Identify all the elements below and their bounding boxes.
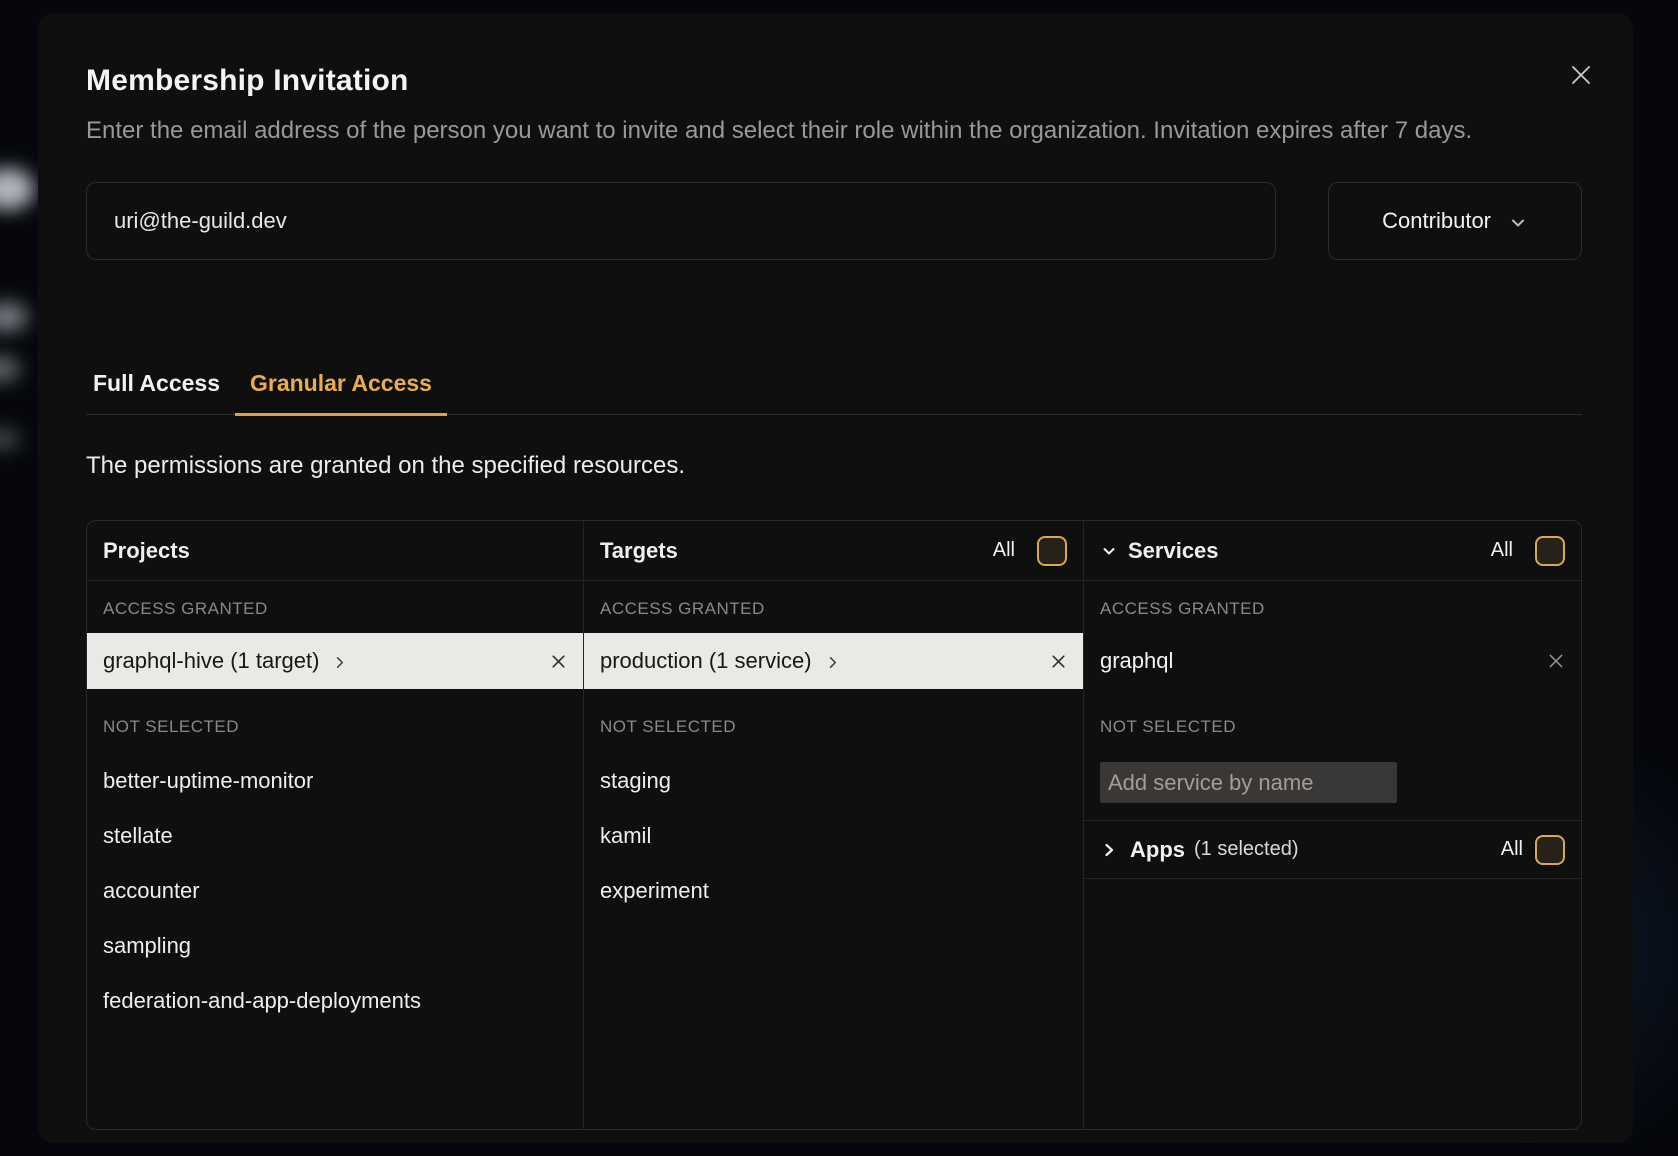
targets-column-header: Targets All <box>584 521 1083 581</box>
granted-project-label: graphql-hive (1 target) <box>103 648 319 674</box>
target-item[interactable]: experiment <box>584 863 1083 918</box>
role-select-button[interactable]: Contributor <box>1328 182 1582 260</box>
membership-invitation-dialog: Membership Invitation Enter the email ad… <box>38 13 1633 1143</box>
apps-section-row[interactable]: Apps (1 selected) All <box>1084 821 1581 879</box>
project-item[interactable]: better-uptime-monitor <box>87 753 583 808</box>
close-button[interactable] <box>1565 59 1597 91</box>
not-selected-label: NOT SELECTED <box>600 717 1067 739</box>
access-granted-label: ACCESS GRANTED <box>103 599 567 621</box>
backdrop-blur-blob <box>0 428 20 450</box>
project-item[interactable]: federation-and-app-deployments <box>87 973 583 1028</box>
not-selected-label: NOT SELECTED <box>103 717 567 739</box>
close-icon <box>1547 652 1565 670</box>
access-tab-bar: Full Access Granular Access <box>86 369 1582 415</box>
close-icon <box>1050 653 1067 670</box>
projects-not-selected-list: better-uptime-monitor stellate accounter… <box>87 753 583 1028</box>
granted-project-row[interactable]: graphql-hive (1 target) <box>87 633 583 689</box>
services-column: Services All ACCESS GRANTED graphql NOT … <box>1084 521 1581 1129</box>
role-select-value: Contributor <box>1382 208 1491 234</box>
target-item[interactable]: kamil <box>584 808 1083 863</box>
dialog-description: Enter the email address of the person yo… <box>86 111 1582 150</box>
tab-full-access[interactable]: Full Access <box>86 369 235 416</box>
chevron-right-icon <box>825 655 840 670</box>
backdrop-blur-blob <box>0 356 20 382</box>
granted-service-row[interactable]: graphql <box>1084 633 1581 689</box>
project-item[interactable]: sampling <box>87 918 583 973</box>
granted-target-label: production (1 service) <box>600 648 812 674</box>
apps-header-label: Apps <box>1130 837 1185 863</box>
services-all-label: All <box>1491 539 1513 562</box>
remove-service-button[interactable] <box>1547 652 1565 670</box>
granted-target-row[interactable]: production (1 service) <box>584 633 1083 689</box>
chevron-right-icon <box>1100 841 1118 859</box>
dialog-title: Membership Invitation <box>86 63 1582 99</box>
add-service-input[interactable] <box>1100 762 1397 803</box>
permissions-note: The permissions are granted on the speci… <box>86 452 1582 480</box>
close-icon <box>1569 63 1593 87</box>
targets-all-label: All <box>993 539 1015 562</box>
apps-selected-count: (1 selected) <box>1194 838 1299 861</box>
apps-all-checkbox[interactable] <box>1535 835 1565 865</box>
projects-column-header: Projects <box>87 521 583 581</box>
remove-project-button[interactable] <box>550 653 567 670</box>
project-item[interactable]: accounter <box>87 863 583 918</box>
projects-header-label: Projects <box>103 538 190 564</box>
chevron-down-icon <box>1508 213 1528 233</box>
resources-permissions-table: Projects ACCESS GRANTED graphql-hive (1 … <box>86 520 1582 1130</box>
tab-granular-access[interactable]: Granular Access <box>235 369 447 416</box>
not-selected-label: NOT SELECTED <box>1100 717 1565 739</box>
email-input[interactable] <box>86 182 1276 260</box>
project-item[interactable]: stellate <box>87 808 583 863</box>
services-header-label: Services <box>1128 538 1219 564</box>
apps-all-label: All <box>1501 838 1523 861</box>
chevron-down-icon <box>1100 542 1118 560</box>
chevron-right-icon <box>332 655 347 670</box>
projects-column: Projects ACCESS GRANTED graphql-hive (1 … <box>87 521 584 1129</box>
close-icon <box>550 653 567 670</box>
target-item[interactable]: staging <box>584 753 1083 808</box>
access-granted-label: ACCESS GRANTED <box>1100 599 1565 621</box>
services-column-header[interactable]: Services All <box>1084 521 1581 581</box>
granted-service-label: graphql <box>1100 648 1173 674</box>
invite-form-row: Contributor <box>86 182 1582 260</box>
remove-target-button[interactable] <box>1050 653 1067 670</box>
access-granted-label: ACCESS GRANTED <box>600 599 1067 621</box>
targets-all-checkbox[interactable] <box>1037 536 1067 566</box>
targets-column: Targets All ACCESS GRANTED production (1… <box>584 521 1084 1129</box>
targets-header-label: Targets <box>600 538 678 564</box>
backdrop-blur-blob <box>0 168 34 210</box>
services-all-checkbox[interactable] <box>1535 536 1565 566</box>
backdrop-blur-blob <box>0 302 28 332</box>
targets-not-selected-list: staging kamil experiment <box>584 753 1083 918</box>
